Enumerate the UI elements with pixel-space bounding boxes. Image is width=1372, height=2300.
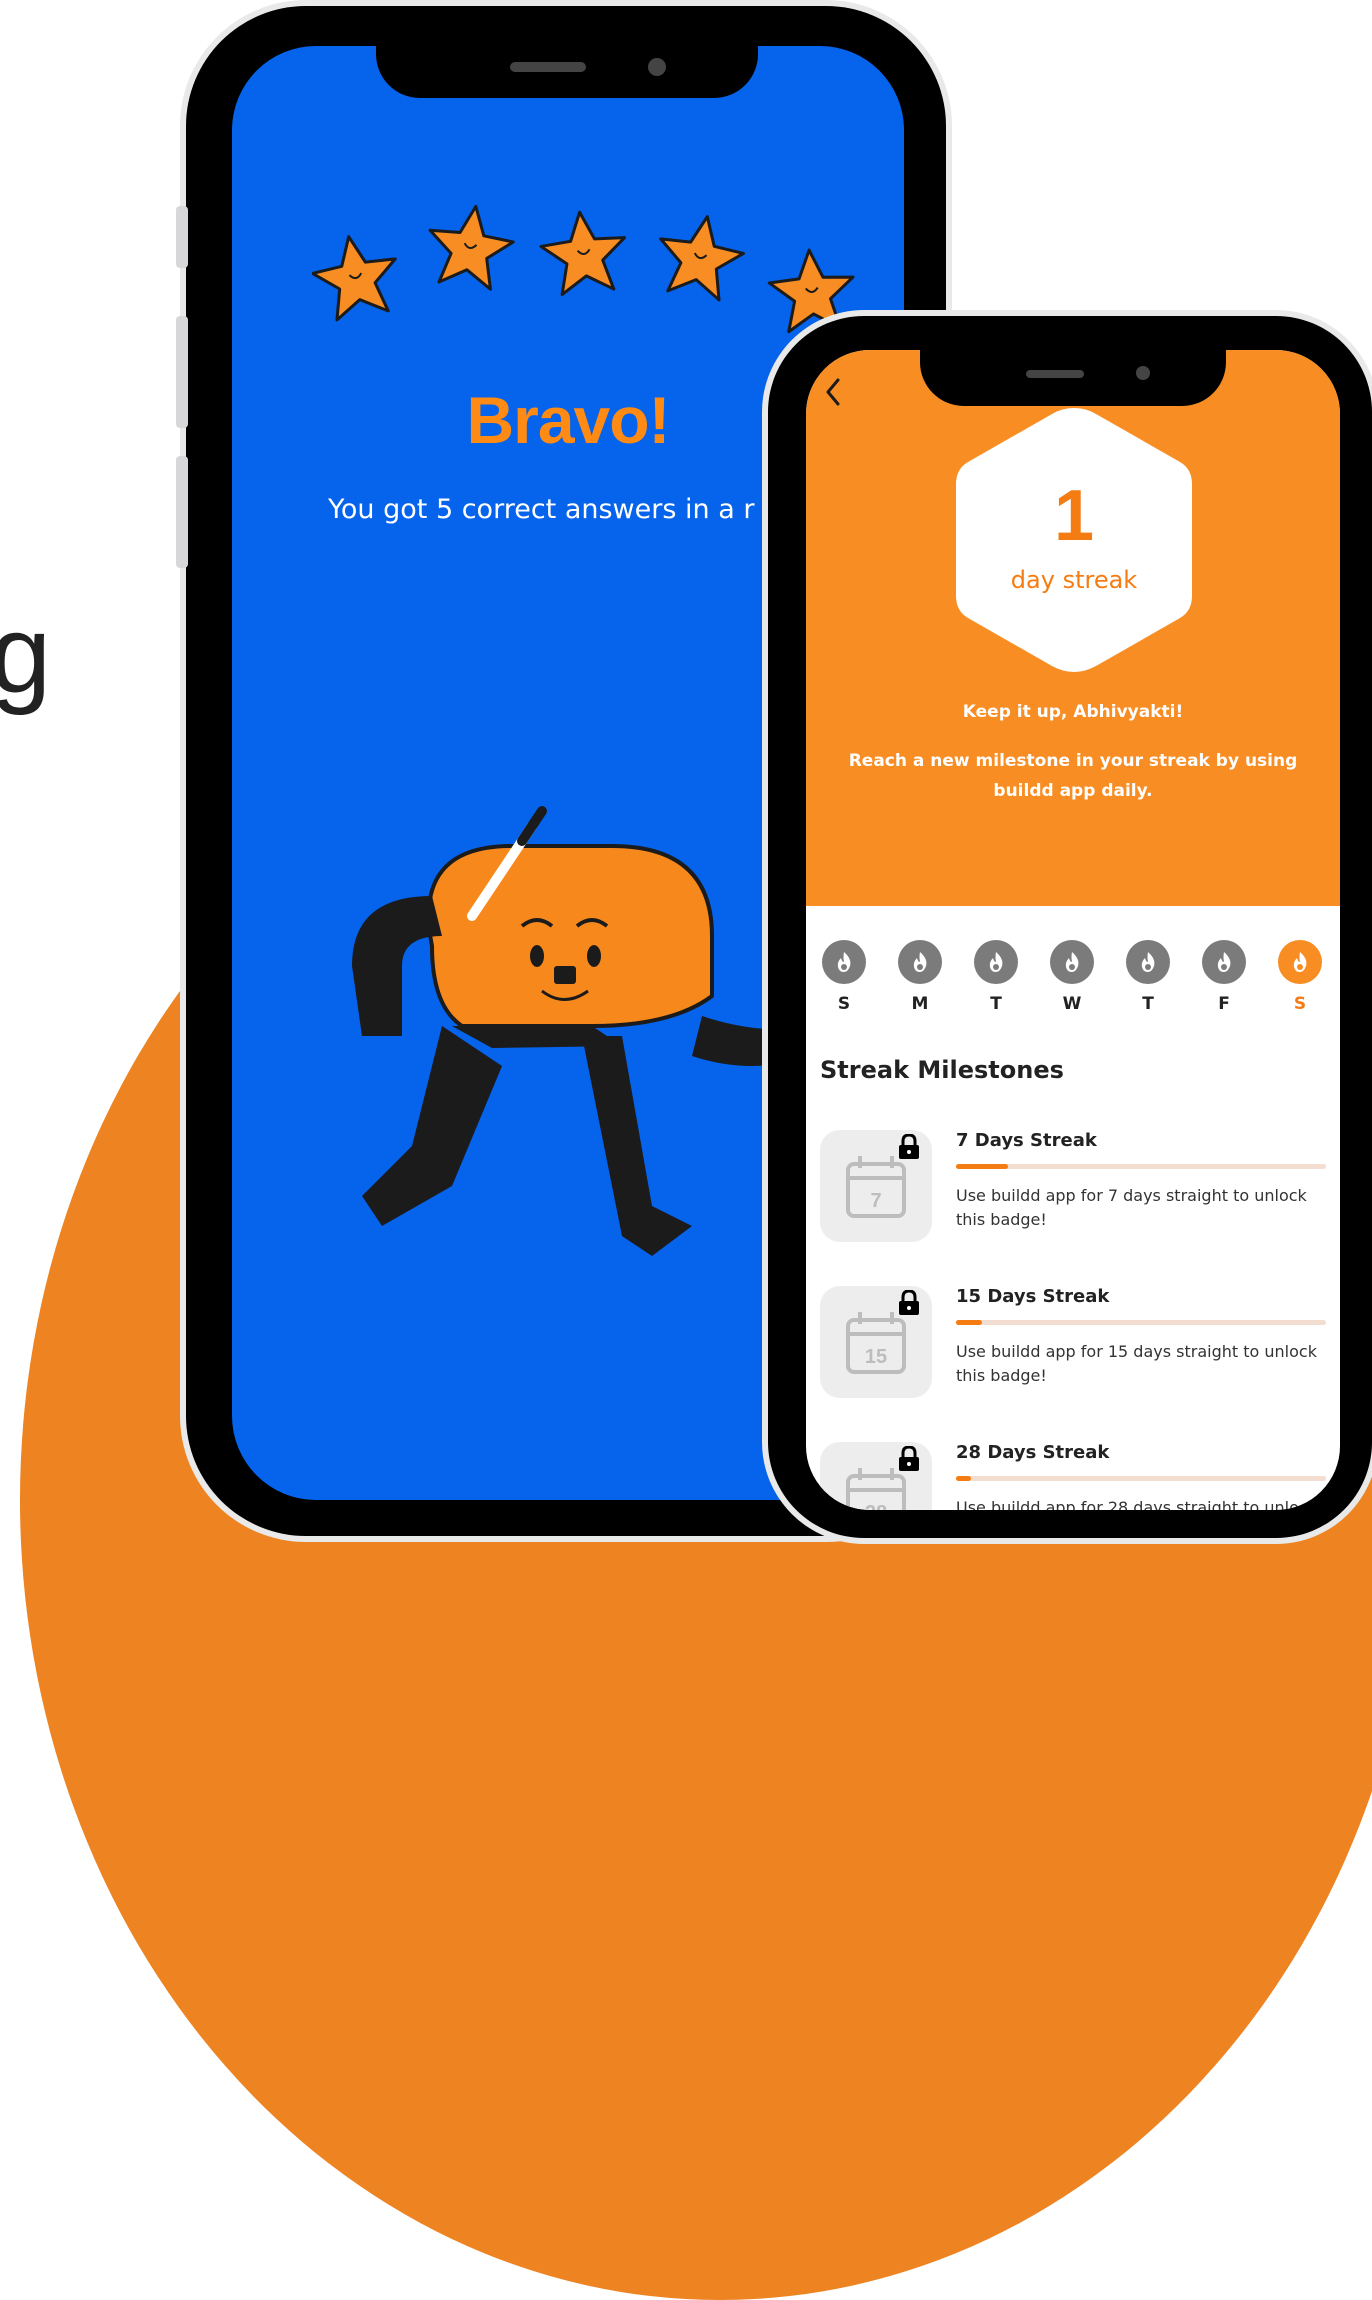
day-friday: F (1199, 940, 1249, 1014)
lock-icon (899, 1446, 919, 1471)
day-label: F (1218, 994, 1230, 1014)
milestone-description: Use buildd app for 15 days straight to u… (956, 1342, 1317, 1385)
week-streak-row: S M T W T F S (806, 940, 1340, 1030)
milestones-title: Streak Milestones (820, 1056, 1064, 1084)
day-label: T (990, 994, 1002, 1014)
day-wednesday: W (1047, 940, 1097, 1014)
milestone-title: 7 Days Streak (956, 1130, 1097, 1151)
star-icon (312, 227, 406, 325)
front-camera (648, 58, 666, 76)
phone-side-button (176, 316, 188, 428)
milestone-message: Reach a new milestone in your streak by … (848, 751, 1298, 801)
phone-side-button (176, 456, 188, 568)
edge-text-fragment: g (0, 593, 52, 716)
flame-icon (1278, 940, 1322, 984)
lock-icon (899, 1290, 919, 1315)
streak-label: day streak (1010, 566, 1138, 594)
phone-notch (920, 350, 1226, 406)
back-button[interactable] (818, 372, 852, 412)
day-sunday: S (819, 940, 869, 1014)
phone-streak: 1 day streak Keep it up, Abhivyakti! Rea… (768, 316, 1372, 1538)
greeting-text: Keep it up, Abhivyakti! (962, 702, 1184, 722)
star-icon (421, 199, 519, 293)
badge-number: 15 (865, 1346, 887, 1368)
badge-number: 7 (870, 1190, 881, 1212)
flame-icon (974, 940, 1018, 984)
milestone-progress (956, 1164, 1326, 1169)
milestone-progress (956, 1320, 1326, 1325)
day-tuesday: T (971, 940, 1021, 1014)
phone-notch (376, 46, 758, 98)
streak-header: 1 day streak Keep it up, Abhivyakti! Rea… (806, 350, 1340, 906)
flame-icon (1050, 940, 1094, 984)
milestone-progress-fill (956, 1320, 982, 1325)
star-icon (536, 206, 632, 298)
day-label: W (1062, 994, 1082, 1014)
badge-number: 28 (865, 1502, 887, 1510)
day-thursday: T (1123, 940, 1173, 1014)
milestone-title: 28 Days Streak (956, 1442, 1110, 1463)
stars-row (312, 199, 859, 335)
flame-icon (1126, 940, 1170, 984)
milestone-progress (956, 1476, 1326, 1481)
bravo-subtitle: You got 5 correct answers in a r (328, 494, 755, 525)
day-label: M (911, 994, 929, 1014)
day-label: T (1142, 994, 1154, 1014)
milestone-description: Use buildd app for 7 days straight to un… (956, 1186, 1307, 1229)
flame-icon (898, 940, 942, 984)
milestone-item[interactable]: 15 15 Days Streak Use buildd app for 15 … (820, 1286, 1330, 1416)
front-camera (1136, 366, 1150, 380)
milestone-item[interactable]: 7 7 Days Streak Use buildd app for 7 day… (820, 1130, 1330, 1260)
milestone-item[interactable]: 28 28 Days Streak Use buildd app for 28 … (820, 1442, 1330, 1510)
day-label: S (837, 994, 851, 1014)
speaker-grille (1026, 370, 1084, 378)
streak-screen: 1 day streak Keep it up, Abhivyakti! Rea… (806, 350, 1340, 1510)
speaker-grille (510, 62, 586, 72)
milestone-progress-fill (956, 1476, 971, 1481)
milestone-description: Use buildd app for 28 days straight to u… (956, 1498, 1317, 1510)
streak-count: 1 (1053, 476, 1095, 556)
phone-side-button (176, 206, 188, 268)
flame-icon (1202, 940, 1246, 984)
flame-icon (822, 940, 866, 984)
day-label: S (1293, 994, 1307, 1014)
star-icon (650, 207, 751, 305)
chevron-left-icon (826, 378, 840, 406)
day-saturday: S (1275, 940, 1325, 1014)
milestone-title: 15 Days Streak (956, 1286, 1110, 1307)
day-monday: M (895, 940, 945, 1014)
lock-icon (899, 1134, 919, 1159)
milestone-progress-fill (956, 1164, 1008, 1169)
